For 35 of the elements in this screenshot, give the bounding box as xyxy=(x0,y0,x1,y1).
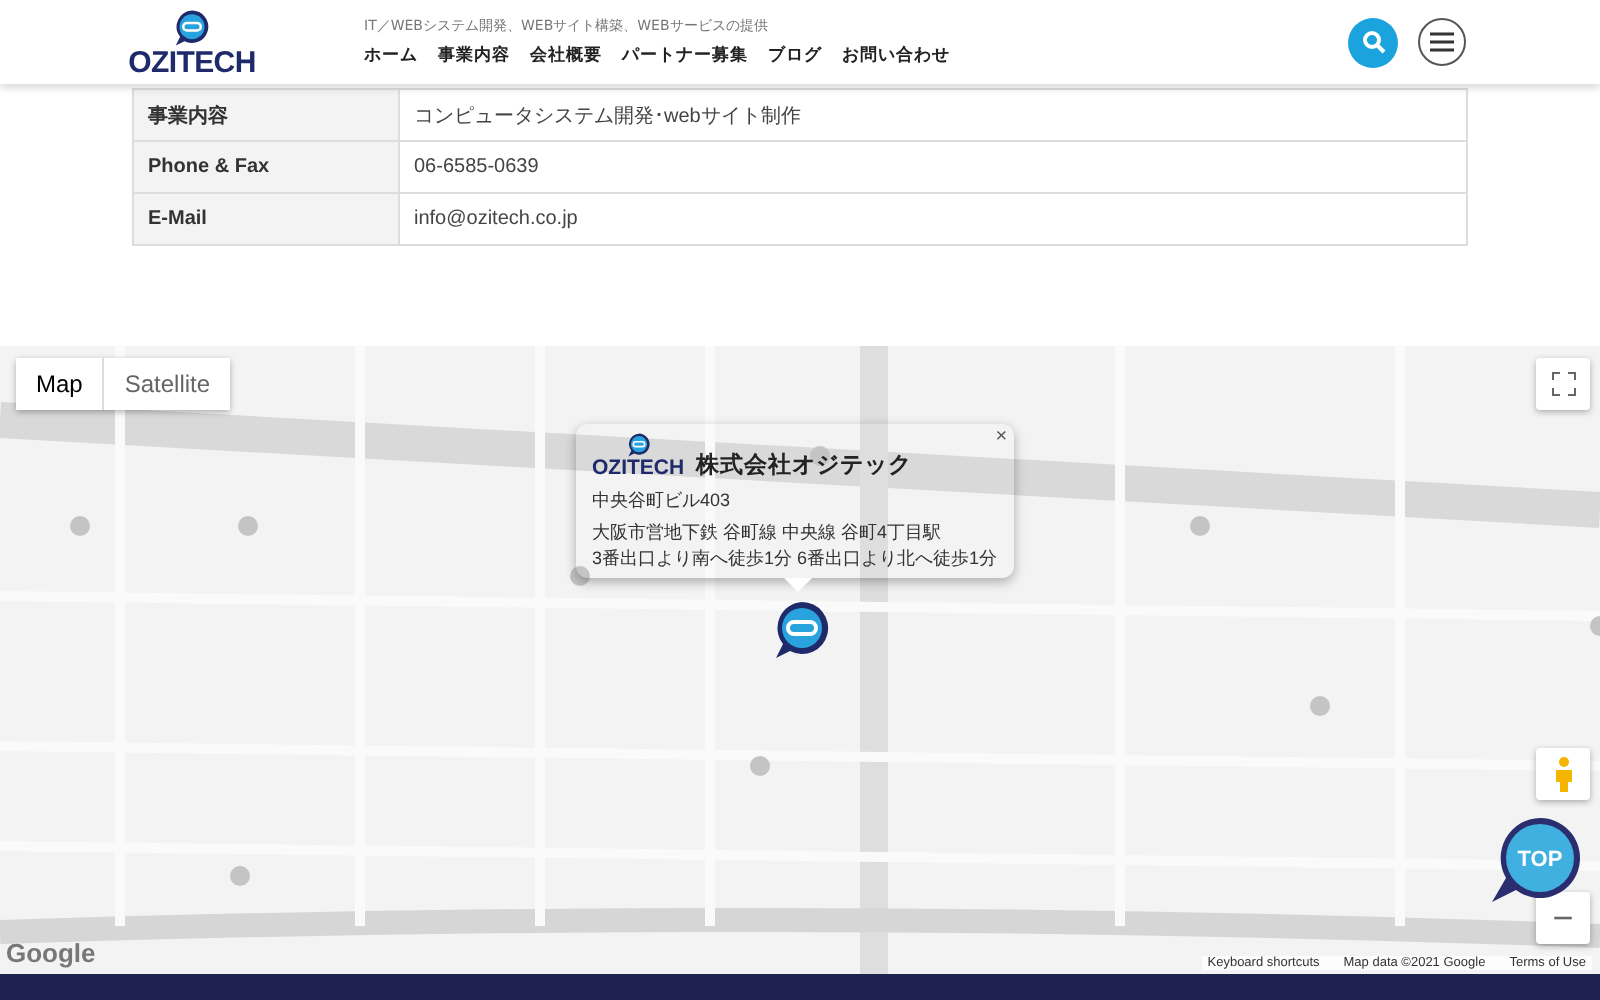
table-cell: info@ozitech.co.jp xyxy=(399,193,1467,245)
access-text: 大阪市営地下鉄 谷町線 中央線 谷町4丁目駅 xyxy=(592,520,944,546)
nav-link[interactable]: 事業内容 xyxy=(438,44,510,68)
nav-link[interactable]: ブログ xyxy=(768,44,822,68)
search-button[interactable] xyxy=(1348,17,1398,67)
menu-icon xyxy=(1430,32,1454,52)
nav-link[interactable]: ホーム xyxy=(364,44,418,68)
access-text: 3番出口より南へ徒歩1分 6番出口より北へ徒歩1分 xyxy=(592,546,998,572)
fullscreen-icon xyxy=(1551,372,1575,396)
person-icon xyxy=(1553,756,1573,792)
speech-bubble-icon xyxy=(1490,816,1582,904)
google-logo: Google xyxy=(6,938,96,968)
fullscreen-button[interactable] xyxy=(1536,358,1590,410)
map-marker-icon xyxy=(770,598,834,662)
company-name: 株式会社オジテック xyxy=(696,450,913,480)
logo-bubble-icon xyxy=(172,7,212,47)
map-type-button[interactable]: Map xyxy=(16,358,103,410)
close-button[interactable]: × xyxy=(995,426,1008,448)
nav-link[interactable]: 会社概要 xyxy=(530,44,602,68)
address-text: 中央谷町ビル403 xyxy=(592,488,733,514)
site-logo[interactable]: OZITECH xyxy=(128,47,256,77)
map-type-button[interactable]: Satellite xyxy=(102,358,231,410)
company-logo: OZITECH xyxy=(592,458,685,480)
table-cell: 06-6585-0639 xyxy=(399,141,1467,193)
logo-bubble-icon xyxy=(625,432,652,458)
table-header-cell: 事業内容 xyxy=(133,89,399,141)
table-cell: コンピュータシステム開発･webサイト制作 xyxy=(399,89,1467,141)
menu-button[interactable] xyxy=(1418,18,1466,66)
zoom-out-button[interactable]: − xyxy=(1536,892,1590,944)
table-header-cell: E-Mail xyxy=(133,193,399,245)
nav-link[interactable]: お問い合わせ xyxy=(842,44,950,68)
nav-link[interactable]: パートナー募集 xyxy=(622,44,748,68)
table-header-cell: Phone & Fax xyxy=(133,141,399,193)
search-icon xyxy=(1361,30,1385,54)
callout-tail xyxy=(784,578,812,592)
